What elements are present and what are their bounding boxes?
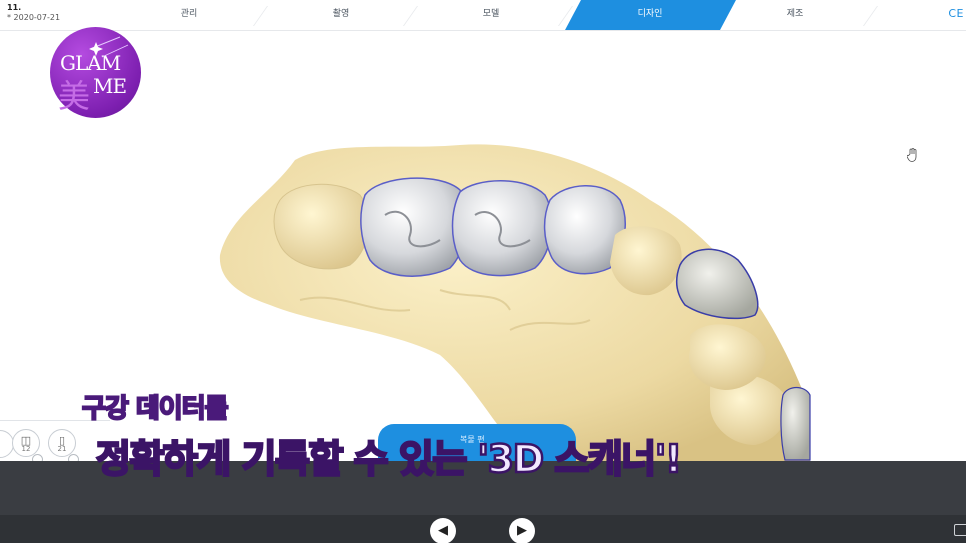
tab-model[interactable]: 모델 <box>426 0 556 30</box>
prev-button[interactable]: ◀ <box>430 518 456 544</box>
crown-molar-2 <box>451 180 553 277</box>
abutment-tooth <box>675 248 759 320</box>
case-date: * 2020-07-21 <box>7 13 61 22</box>
crown-molar-1 <box>360 177 468 277</box>
hand-cursor-icon <box>907 148 917 162</box>
dental-model-viewport[interactable] <box>210 140 820 470</box>
arrow-right-icon: ▶ <box>517 523 527 538</box>
subtitle-line-2: 정확하게 기록할 수 있는 '3D 스캐너'! <box>95 436 684 483</box>
workflow-bar: 11. * 2020-07-21 관리 촬영 모델 디자인 제조 CE <box>0 0 966 31</box>
step-separator <box>862 6 879 26</box>
case-number: 11. <box>7 3 22 12</box>
case-info: 11. * 2020-07-21 <box>7 3 60 23</box>
arrow-left-icon: ◀ <box>438 523 448 538</box>
tab-capture[interactable]: 촬영 <box>276 0 406 30</box>
tab-manage[interactable]: 관리 <box>124 0 254 30</box>
step-separator <box>252 6 269 26</box>
sparkle-icon <box>89 36 129 58</box>
tool-tooth-21[interactable]: ▯ 21 <box>48 429 76 457</box>
tab-manufacture[interactable]: 제조 <box>730 0 860 30</box>
next-button[interactable]: ▶ <box>509 518 535 544</box>
subtitle-line-1: 구강 데이터를 <box>81 393 230 425</box>
workflow-steps: 관리 촬영 모델 디자인 제조 <box>110 0 930 30</box>
channel-logo: 美 GLAM ME <box>50 27 141 118</box>
tab-design[interactable]: 디자인 <box>585 0 715 30</box>
ce-brand-mark[interactable]: CE <box>948 7 964 20</box>
bottom-toolbar <box>0 515 966 543</box>
chat-icon[interactable] <box>954 524 966 536</box>
tool-tooth-12[interactable]: ◫ 12 <box>12 429 40 457</box>
